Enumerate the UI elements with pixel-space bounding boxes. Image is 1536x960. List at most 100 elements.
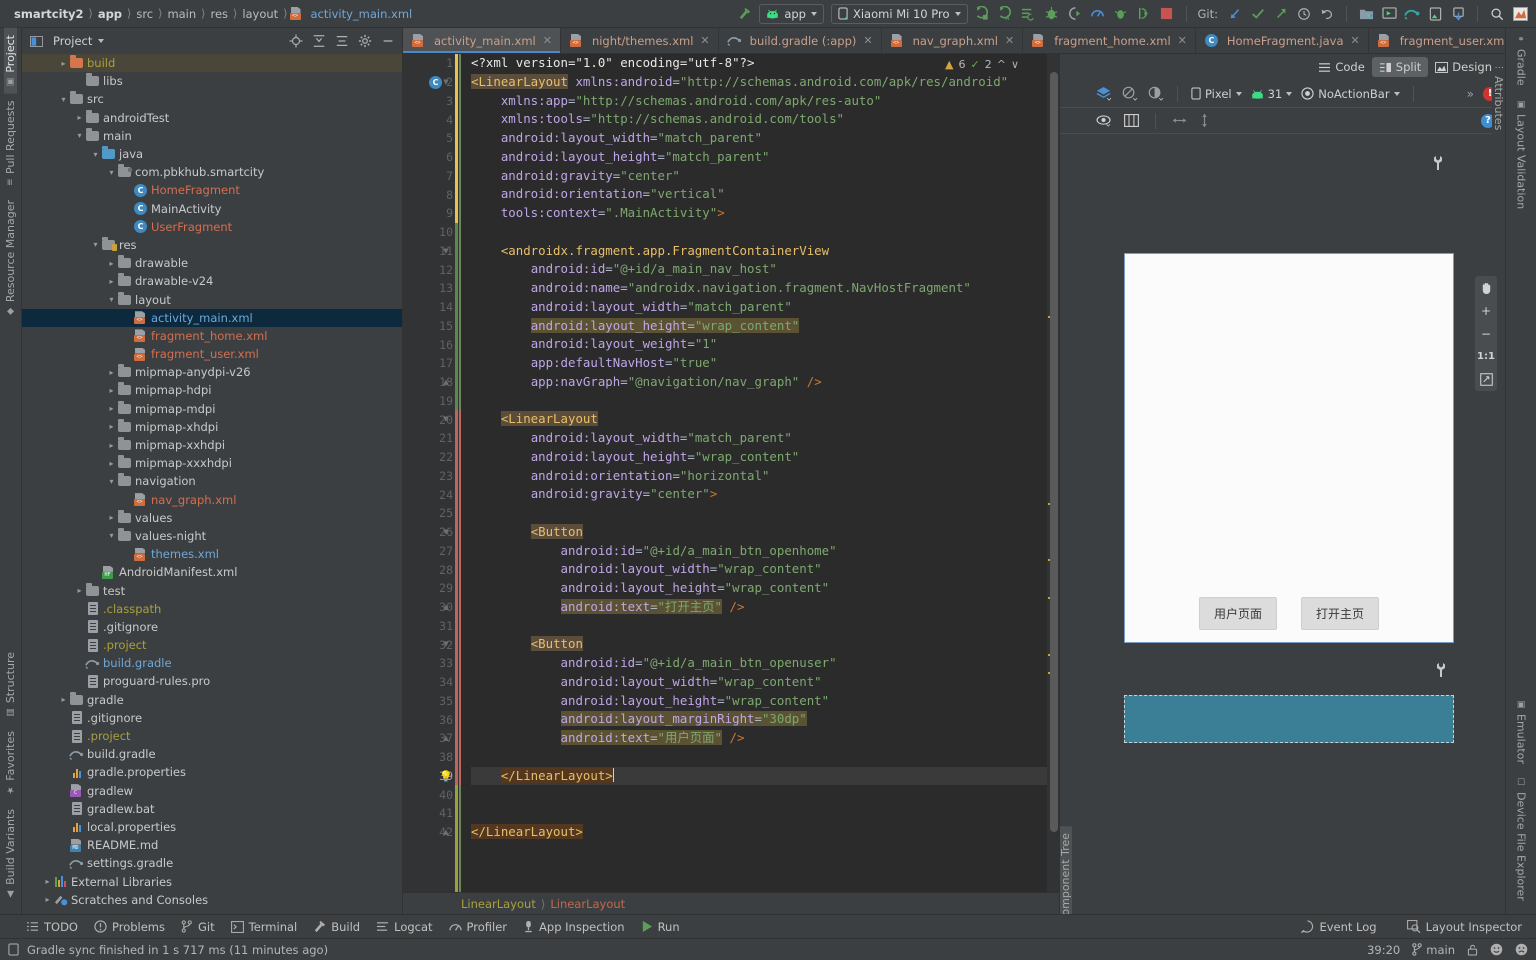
editor-tab-homefragment-java[interactable]: C HomeFragment.java ✕: [1196, 28, 1369, 53]
breadcrumb-linearlayout-child[interactable]: LinearLayout: [550, 897, 625, 911]
code-line[interactable]: android:layout_marginRight="30dp": [471, 710, 1047, 729]
component-tree-tab[interactable]: ◉ Component Tree: [1060, 825, 1072, 914]
editor-tab-fragment-home-xml[interactable]: <> fragment_home.xml ✕: [1023, 28, 1196, 53]
code-fold-marker[interactable]: ▼: [441, 527, 451, 537]
tree-node-build-gradle[interactable]: build.gradle: [22, 745, 402, 763]
code-fold-marker[interactable]: ▲: [441, 377, 451, 387]
orientation-icon[interactable]: [1121, 86, 1138, 101]
code-line[interactable]: [471, 804, 1047, 823]
sad-face-icon[interactable]: [1515, 943, 1528, 956]
sidebar-item-gradle[interactable]: ⚭ Gradle: [1515, 28, 1528, 93]
zoom-out-icon[interactable]: −: [1475, 322, 1497, 345]
code-line[interactable]: [471, 223, 1047, 242]
code-line[interactable]: [471, 504, 1047, 523]
expand-arrow-icon[interactable]: [106, 531, 117, 540]
tree-node-activity-main-xml[interactable]: <> activity_main.xml: [22, 308, 402, 327]
code-line[interactable]: android:orientation="horizontal": [471, 467, 1047, 486]
code-line[interactable]: android:orientation="vertical": [471, 185, 1047, 204]
bottom-tab-app-inspection[interactable]: App Inspection: [523, 920, 625, 934]
build-hammer-icon[interactable]: [736, 6, 752, 22]
tree-node-gradlew-bat[interactable]: gradlew.bat: [22, 800, 402, 818]
zoom-ratio-label[interactable]: 1:1: [1475, 345, 1497, 368]
collapse-arrow-icon[interactable]: [58, 695, 69, 704]
code-line[interactable]: android:name="androidx.navigation.fragme…: [471, 279, 1047, 298]
design-surface-mode-icon[interactable]: [1095, 86, 1112, 101]
run-icon[interactable]: [975, 6, 991, 22]
device-selector[interactable]: Xiaomi Mi 10 Pro: [830, 3, 968, 24]
push-icon[interactable]: [1273, 6, 1289, 22]
bottom-tab-terminal[interactable]: Terminal: [230, 920, 297, 934]
zoom-in-icon[interactable]: +: [1475, 299, 1497, 322]
tree-node-build-gradle[interactable]: build.gradle: [22, 654, 402, 672]
collapse-arrow-icon[interactable]: [106, 386, 117, 395]
tree-node-mipmap-xhdpi[interactable]: mipmap-xhdpi: [22, 418, 402, 436]
theme-selector[interactable]: NoActionBar: [1301, 87, 1400, 101]
wrench-icon[interactable]: [1432, 156, 1444, 170]
blueprint-columns-icon[interactable]: [1124, 114, 1139, 127]
caret-position[interactable]: 39:20: [1367, 943, 1400, 957]
code-fold-marker[interactable]: ▲: [441, 602, 451, 612]
code-scroll-area[interactable]: <?xml version="1.0" encoding="utf-8"?> <L…: [459, 54, 1047, 892]
bottom-tab-problems[interactable]: Problems: [94, 920, 165, 934]
bottom-tab-event-log[interactable]: Event Log: [1301, 920, 1377, 934]
git-branch-widget[interactable]: main: [1412, 943, 1455, 957]
editor-tab-nav-graph-xml[interactable]: <> nav_graph.xml ✕: [882, 28, 1024, 53]
collapse-arrow-icon[interactable]: [106, 513, 117, 522]
expand-arrow-icon[interactable]: [106, 295, 117, 304]
code-line[interactable]: android:layout_height="wrap_content": [471, 448, 1047, 467]
bottom-tab-todo[interactable]: TODO: [26, 920, 78, 934]
tree-node-userfragment[interactable]: C UserFragment: [22, 218, 402, 236]
intention-bulb-icon[interactable]: 💡: [439, 770, 453, 783]
happy-face-icon[interactable]: [1490, 943, 1503, 956]
code-line[interactable]: xmlns:app="http://schemas.android.com/ap…: [471, 92, 1047, 111]
view-options-eye-icon[interactable]: [1096, 114, 1112, 127]
sidebar-item-resource-manager[interactable]: ◆ Resource Manager: [4, 193, 17, 323]
collapse-arrow-icon[interactable]: [106, 368, 117, 377]
expand-arrow-icon[interactable]: [90, 240, 101, 249]
expand-arrow-icon[interactable]: [58, 95, 69, 104]
editor-tab-fragment-user-xml[interactable]: <>fragment_user.xml✕: [1369, 28, 1505, 53]
tree-node-external-libraries[interactable]: External Libraries: [22, 872, 402, 890]
code-line[interactable]: android:id="@+id/a_main_nav_host": [471, 260, 1047, 279]
tree-node-settings-gradle[interactable]: settings.gradle: [22, 854, 402, 872]
bottom-tab-git[interactable]: Git: [181, 920, 215, 934]
breadcrumb-item-src[interactable]: src: [132, 7, 157, 21]
stop-icon[interactable]: [1159, 6, 1175, 22]
bottom-tab-profiler[interactable]: Profiler: [448, 920, 507, 934]
tree-node-layout[interactable]: layout: [22, 290, 402, 308]
code-line[interactable]: android:layout_height="match_parent": [471, 148, 1047, 167]
breadcrumb-item-main[interactable]: main: [163, 7, 200, 21]
tree-node-build[interactable]: build: [22, 54, 402, 73]
tree-node-mipmap-xxhdpi[interactable]: mipmap-xxhdpi: [22, 436, 402, 454]
close-icon[interactable]: ✕: [1178, 34, 1187, 47]
code-line[interactable]: android:layout_width="wrap_content": [471, 673, 1047, 692]
design-canvas[interactable]: 用户页面 打开主页 + − 1:1 Component Tree: [1060, 134, 1505, 914]
pan-hand-icon[interactable]: [1475, 276, 1497, 299]
code-line[interactable]: xmlns:tools="http://schemas.android.com/…: [471, 110, 1047, 129]
device-explorer-icon[interactable]: [1450, 6, 1466, 22]
rerun-icon[interactable]: A: [998, 6, 1014, 22]
close-icon[interactable]: ✕: [543, 34, 552, 47]
collapse-arrow-icon[interactable]: [106, 404, 117, 413]
code-line[interactable]: android:layout_weight="1": [471, 335, 1047, 354]
editor-scrollbar-thumb[interactable]: [1050, 72, 1058, 832]
breadcrumb-item-res[interactable]: res: [206, 7, 232, 21]
tree-node-proguard-rules-pro[interactable]: proguard-rules.pro: [22, 672, 402, 690]
tree-node-main[interactable]: main: [22, 127, 402, 145]
breadcrumb-item-file[interactable]: activity_main.xml: [307, 7, 417, 21]
debug-icon[interactable]: [1044, 6, 1060, 22]
profiler-icon[interactable]: [1090, 6, 1106, 22]
collapse-arrow-icon[interactable]: [74, 586, 85, 595]
close-icon[interactable]: ✕: [1351, 34, 1360, 47]
code-line[interactable]: app:navGraph="@navigation/nav_graph" />: [471, 373, 1047, 392]
code-line[interactable]: <LinearLayout: [471, 410, 1047, 429]
sidebar-item-structure[interactable]: ▤ Structure: [4, 645, 17, 724]
tree-node--gitignore[interactable]: .gitignore: [22, 618, 402, 636]
next-problem-icon[interactable]: ∨: [1011, 58, 1019, 71]
tree-node-drawable[interactable]: drawable: [22, 254, 402, 272]
bottom-tab-logcat[interactable]: Logcat: [376, 920, 433, 934]
code-line[interactable]: android:layout_height="wrap_content": [471, 692, 1047, 711]
tree-node-local-properties[interactable]: local.properties: [22, 818, 402, 836]
breadcrumb-item-app[interactable]: app: [94, 7, 126, 21]
code-line[interactable]: </LinearLayout>: [471, 823, 1047, 842]
